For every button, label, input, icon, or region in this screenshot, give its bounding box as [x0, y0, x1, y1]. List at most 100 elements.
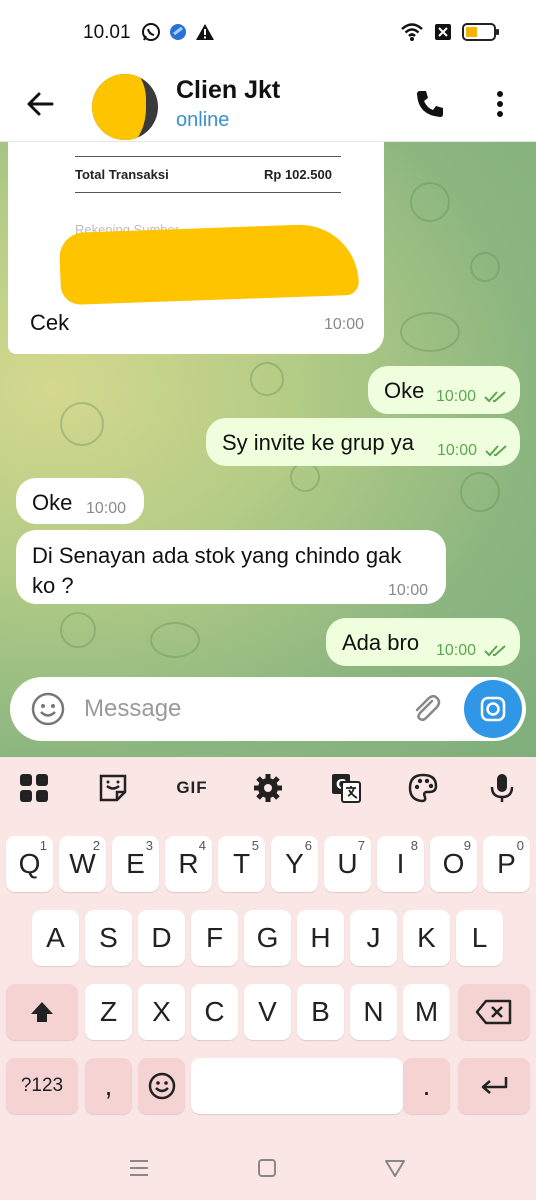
- emoji-key[interactable]: [138, 1058, 185, 1114]
- settings-icon[interactable]: [252, 772, 284, 804]
- message-input[interactable]: [84, 691, 404, 727]
- message-text: Cek: [30, 310, 70, 335]
- key-label: U: [337, 848, 358, 879]
- chat-header: Clien Jkt online: [0, 66, 536, 142]
- message-time: 10:00: [86, 500, 127, 517]
- space-key[interactable]: [191, 1058, 403, 1114]
- enter-key[interactable]: [458, 1058, 530, 1114]
- key-label: W: [69, 848, 96, 879]
- more-vert-icon[interactable]: [486, 86, 514, 122]
- divider: [75, 192, 341, 193]
- symbols-key[interactable]: ?123: [6, 1058, 78, 1114]
- key-o[interactable]: O9: [430, 836, 477, 892]
- key-y[interactable]: Y6: [271, 836, 318, 892]
- key-l[interactable]: L: [456, 910, 503, 966]
- key-hint: 1: [39, 838, 47, 853]
- message-time: 10:00: [436, 388, 477, 405]
- key-label: T: [232, 848, 251, 879]
- translate-icon[interactable]: G: [330, 772, 362, 804]
- message-text-line1: Di Senayan ada stok yang chindo gak: [32, 543, 402, 568]
- doodle: [60, 612, 96, 648]
- message-bubble-out[interactable]: Sy invite ke grup ya 10:00: [206, 418, 520, 466]
- emoji-icon[interactable]: [30, 691, 66, 727]
- key-t[interactable]: T5: [218, 836, 265, 892]
- home-icon[interactable]: [254, 1155, 280, 1181]
- key-label: Y: [285, 848, 304, 879]
- key-hint: 0: [516, 838, 524, 853]
- key-d[interactable]: D: [138, 910, 185, 966]
- key-b[interactable]: B: [297, 984, 344, 1040]
- shift-key[interactable]: [6, 984, 78, 1040]
- message-bubble-out[interactable]: Oke 10:00: [368, 366, 520, 414]
- message-text-line2: ko ?: [32, 573, 74, 598]
- keyboard: GIF G Q1 W2 E3 R4 T5 Y6 U7 I8 O9 P0 A S …: [0, 757, 536, 1200]
- key-e[interactable]: E3: [112, 836, 159, 892]
- status-bar: 10.01: [0, 0, 536, 66]
- message-text: Oke: [32, 490, 73, 515]
- key-c[interactable]: C: [191, 984, 238, 1040]
- key-label: O: [442, 848, 465, 879]
- key-k[interactable]: K: [403, 910, 450, 966]
- gif-button[interactable]: GIF: [170, 772, 214, 804]
- key-h[interactable]: H: [297, 910, 344, 966]
- key-z[interactable]: Z: [85, 984, 132, 1040]
- attach-icon[interactable]: [408, 691, 444, 727]
- key-label: I: [396, 848, 405, 879]
- key-hint: 4: [198, 838, 206, 853]
- key-u[interactable]: U7: [324, 836, 371, 892]
- key-a[interactable]: A: [32, 910, 79, 966]
- doodle: [460, 472, 500, 512]
- shift-icon: [31, 1002, 53, 1022]
- mic-icon[interactable]: [486, 772, 518, 804]
- backspace-key[interactable]: [458, 984, 530, 1040]
- key-i[interactable]: I8: [377, 836, 424, 892]
- total-value: Rp 102.500: [264, 167, 332, 182]
- comma-key[interactable]: ,: [85, 1058, 132, 1114]
- key-hint: 2: [92, 838, 100, 853]
- message-bubble-in[interactable]: Di Senayan ada stok yang chindo gak ko ?…: [16, 530, 446, 604]
- chat-status: online: [176, 109, 230, 131]
- no-sim-icon: [435, 24, 451, 40]
- key-s[interactable]: S: [85, 910, 132, 966]
- receipt-message[interactable]: Total Transaksi Rp 102.500 Rekening Sumb…: [8, 142, 384, 354]
- doodle: [470, 252, 500, 282]
- key-j[interactable]: J: [350, 910, 397, 966]
- message-text: Oke: [384, 378, 425, 403]
- camera-icon: [480, 696, 506, 722]
- apps-grid-icon[interactable]: [18, 772, 50, 804]
- chat-messages[interactable]: Total Transaksi Rp 102.500 Rekening Sumb…: [0, 142, 536, 757]
- doodle: [150, 622, 200, 658]
- recents-icon[interactable]: [126, 1155, 152, 1181]
- key-f[interactable]: F: [191, 910, 238, 966]
- key-p[interactable]: P0: [483, 836, 530, 892]
- avatar[interactable]: [92, 74, 158, 140]
- key-q[interactable]: Q1: [6, 836, 53, 892]
- period-key[interactable]: .: [403, 1058, 450, 1114]
- sticker-icon[interactable]: [97, 772, 129, 804]
- message-time: 10:00: [388, 582, 429, 599]
- navigation-bar: [0, 1135, 536, 1200]
- back-arrow-icon[interactable]: [22, 86, 58, 122]
- back-icon[interactable]: [382, 1155, 408, 1181]
- whatsapp-icon: [142, 23, 160, 41]
- read-ticks-icon: [484, 391, 506, 403]
- phone-icon[interactable]: [412, 86, 448, 122]
- palette-icon[interactable]: [407, 772, 439, 804]
- camera-button[interactable]: [464, 680, 522, 738]
- status-time: 10.01: [83, 22, 131, 43]
- chat-title[interactable]: Clien Jkt: [176, 76, 280, 105]
- key-w[interactable]: W2: [59, 836, 106, 892]
- key-x[interactable]: X: [138, 984, 185, 1040]
- key-n[interactable]: N: [350, 984, 397, 1040]
- key-m[interactable]: M: [403, 984, 450, 1040]
- message-bubble-in[interactable]: Oke 10:00: [16, 478, 144, 524]
- key-r[interactable]: R4: [165, 836, 212, 892]
- key-label: E: [126, 848, 145, 879]
- key-v[interactable]: V: [244, 984, 291, 1040]
- message-time: 10:00: [324, 316, 365, 333]
- redaction-scribble: [58, 222, 360, 306]
- key-hint: 7: [357, 838, 365, 853]
- message-bubble-out[interactable]: Ada bro 10:00: [326, 618, 520, 666]
- key-g[interactable]: G: [244, 910, 291, 966]
- key-label: R: [178, 848, 199, 879]
